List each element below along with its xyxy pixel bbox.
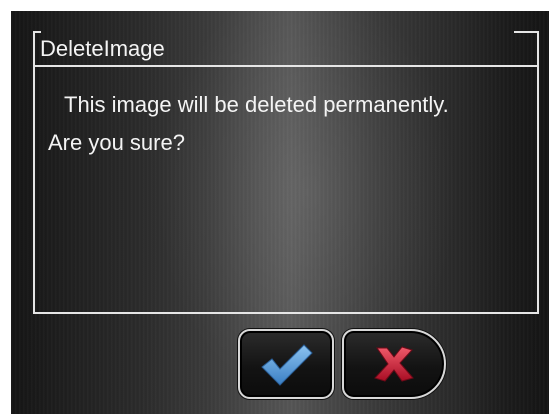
- title-divider: [35, 65, 537, 67]
- message-line-2: Are you sure?: [48, 130, 185, 155]
- message-line-1: This image will be deleted permanently.: [64, 92, 449, 117]
- dialog-message: This image will be deleted permanently. …: [48, 86, 538, 162]
- dialog-frame: [33, 31, 539, 314]
- confirm-button[interactable]: [238, 329, 334, 399]
- close-x-icon: [374, 346, 414, 382]
- checkmark-icon: [261, 344, 313, 386]
- screen: DeleteImage This image will be deleted p…: [0, 0, 549, 414]
- cancel-button[interactable]: [342, 329, 446, 399]
- dialog-title: DeleteImage: [40, 36, 165, 61]
